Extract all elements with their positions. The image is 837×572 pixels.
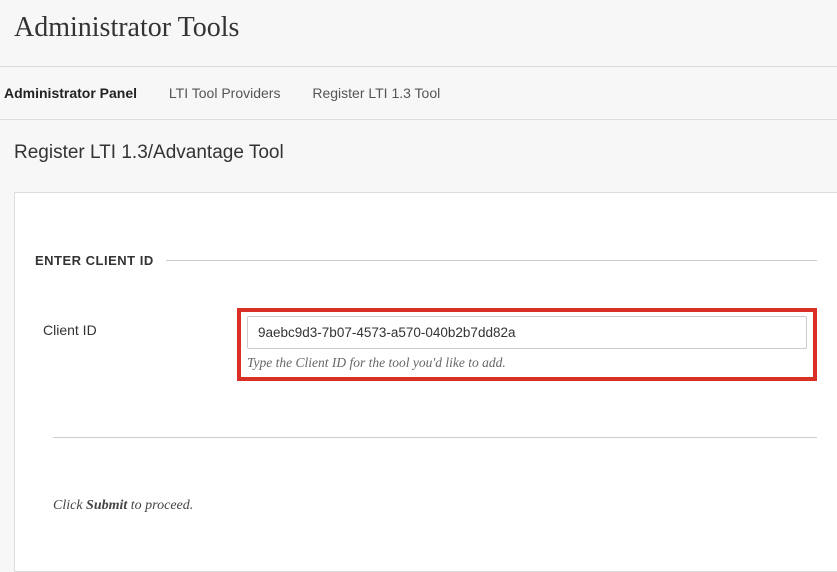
page-title: Administrator Tools xyxy=(0,0,837,66)
breadcrumb-lti-tool-providers[interactable]: LTI Tool Providers xyxy=(169,85,281,101)
client-id-helper: Type the Client ID for the tool you'd li… xyxy=(247,355,807,371)
breadcrumb-register-lti-tool[interactable]: Register LTI 1.3 Tool xyxy=(312,85,440,101)
instruction-pre: Click xyxy=(53,498,86,513)
client-id-label: Client ID xyxy=(43,308,237,338)
section-title: Register LTI 1.3/Advantage Tool xyxy=(0,120,837,192)
form-divider xyxy=(53,437,817,438)
client-id-row: Client ID Type the Client ID for the too… xyxy=(35,308,817,381)
legend-divider xyxy=(166,260,817,261)
form-panel: ENTER CLIENT ID Client ID Type the Clien… xyxy=(14,192,837,572)
client-id-input[interactable] xyxy=(247,316,807,349)
breadcrumb-admin-panel[interactable]: Administrator Panel xyxy=(4,85,137,101)
legend-text: ENTER CLIENT ID xyxy=(35,253,166,268)
form-legend: ENTER CLIENT ID xyxy=(35,253,817,268)
breadcrumb: Administrator Panel LTI Tool Providers R… xyxy=(0,66,837,120)
highlight-box: Type the Client ID for the tool you'd li… xyxy=(237,308,817,381)
submit-instruction: Click Submit to proceed. xyxy=(35,498,817,514)
instruction-post: to proceed. xyxy=(127,498,193,513)
instruction-bold: Submit xyxy=(86,498,127,513)
